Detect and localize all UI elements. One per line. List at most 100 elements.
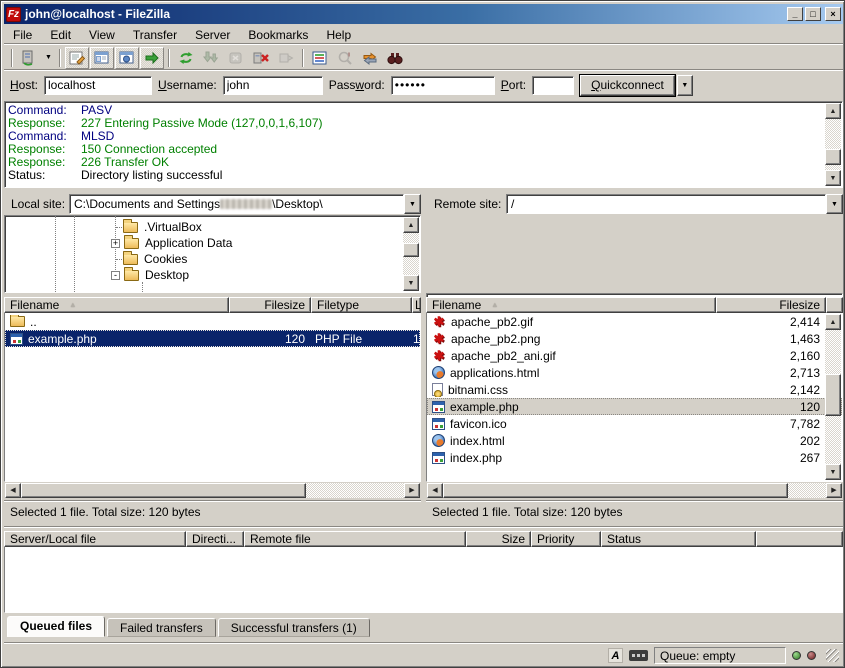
tab-failed-transfers[interactable]: Failed transfers [107, 618, 216, 637]
redacted-username [220, 199, 272, 209]
tree-node-cookies[interactable]: Cookies [123, 251, 189, 267]
tab-queued-files[interactable]: Queued files [7, 616, 105, 637]
collapse-icon[interactable]: - [111, 271, 120, 280]
cancel-operation-button[interactable] [224, 47, 248, 69]
reconnect-button[interactable] [274, 47, 298, 69]
menu-file[interactable]: File [4, 26, 41, 44]
activity-led-red [807, 651, 816, 660]
tree-node-desktop[interactable]: - Desktop [111, 267, 191, 283]
refresh-button[interactable] [174, 47, 198, 69]
list-item[interactable]: applications.html 2,713 [427, 364, 842, 381]
quickconnect-dropdown[interactable]: ▼ [677, 75, 693, 96]
synchronized-browsing-button[interactable] [358, 47, 382, 69]
toggle-message-log-button[interactable] [65, 47, 89, 69]
password-input[interactable] [391, 76, 495, 95]
quickconnect-button[interactable]: Quickconnect [580, 75, 675, 96]
image-file-icon: ✱ [432, 332, 446, 346]
find-files-button[interactable] [383, 47, 407, 69]
minimize-button[interactable]: _ [787, 7, 803, 21]
host-input[interactable] [44, 76, 152, 95]
scroll-up-icon[interactable]: ▲ [825, 103, 841, 119]
remote-list-scrollbar[interactable]: ▲ ▼ [825, 314, 841, 480]
local-file-list: .. example.php 120 PHP File 1 [4, 313, 421, 482]
column-header-filetype[interactable]: Filetype [311, 297, 412, 313]
scrollbar-thumb[interactable] [825, 149, 841, 165]
disconnect-button[interactable] [249, 47, 273, 69]
tree-node-virtualbox[interactable]: .VirtualBox [123, 219, 204, 235]
expand-icon[interactable]: + [111, 239, 120, 248]
toggle-remote-tree-button[interactable] [115, 47, 139, 69]
local-site-combobox[interactable]: C:\Documents and Settings\Desktop\ ▼ [69, 194, 421, 214]
list-item[interactable]: index.html 202 [427, 432, 842, 449]
list-item[interactable]: index.php 267 [427, 449, 842, 466]
scroll-left-icon[interactable]: ◀ [427, 483, 443, 498]
column-header-filesize[interactable]: Filesize [716, 297, 826, 313]
list-item-example-php[interactable]: example.php 120 PHP File 1 [5, 330, 420, 347]
list-item[interactable]: favicon.ico 7,782 [427, 415, 842, 432]
column-header-size[interactable]: Size [466, 531, 531, 547]
queue-body[interactable] [4, 547, 843, 613]
port-input[interactable] [532, 76, 574, 95]
list-item[interactable]: ✱apache_pb2.gif 2,414 [427, 313, 842, 330]
scroll-up-icon[interactable]: ▲ [825, 314, 841, 330]
resize-grip[interactable] [826, 649, 839, 662]
menu-view[interactable]: View [80, 26, 124, 44]
process-queue-button[interactable] [199, 47, 223, 69]
filezilla-logo-icon: Fz [6, 7, 21, 22]
local-tree-scrollbar[interactable]: ▲ ▼ [403, 217, 419, 291]
scroll-left-icon[interactable]: ◀ [5, 483, 21, 498]
local-selection-status: Selected 1 file. Total size: 120 bytes [4, 500, 421, 521]
list-item[interactable]: bitnami.css 2,142 [427, 381, 842, 398]
column-header-status[interactable]: Status [601, 531, 756, 547]
list-item[interactable]: ✱apache_pb2_ani.gif 2,160 [427, 347, 842, 364]
tab-successful-transfers[interactable]: Successful transfers (1) [218, 618, 370, 637]
scrollbar-thumb[interactable] [21, 483, 306, 498]
pane-splitter[interactable] [421, 194, 426, 521]
chevron-down-icon[interactable]: ▼ [826, 194, 843, 214]
menu-edit[interactable]: Edit [41, 26, 80, 44]
scroll-down-icon[interactable]: ▼ [403, 275, 419, 291]
username-input[interactable] [223, 76, 323, 95]
directory-filters-button[interactable] [308, 47, 332, 69]
site-manager-button[interactable] [17, 47, 41, 69]
scroll-right-icon[interactable]: ▶ [826, 483, 842, 498]
toggle-local-tree-button[interactable] [90, 47, 114, 69]
column-header-direction[interactable]: Directi... [186, 531, 244, 547]
column-header-remote-file[interactable]: Remote file [244, 531, 466, 547]
close-button[interactable]: × [825, 7, 841, 21]
column-header-filename[interactable]: Filename▲ [4, 297, 229, 313]
site-manager-dropdown[interactable]: ▼ [42, 47, 55, 69]
scrollbar-thumb[interactable] [403, 243, 419, 257]
menu-bookmarks[interactable]: Bookmarks [239, 26, 317, 44]
column-header-filesize[interactable]: Filesize [229, 297, 311, 313]
list-item-example-php[interactable]: example.php 120 [427, 398, 842, 415]
directory-comparison-button[interactable] [333, 47, 357, 69]
column-header-lastmodified[interactable]: L [412, 297, 421, 313]
remote-file-list: ✱apache_pb2.gif 2,414 ✱apache_pb2.png 1,… [426, 313, 843, 482]
remote-list-hscrollbar[interactable]: ◀ ▶ [427, 483, 842, 498]
log-scrollbar[interactable]: ▲ ▼ [825, 103, 841, 186]
chevron-down-icon[interactable]: ▼ [404, 194, 421, 214]
remote-site-label: Remote site: [429, 194, 501, 214]
scrollbar-thumb[interactable] [825, 374, 841, 416]
tree-node-application-data[interactable]: + Application Data [111, 235, 234, 251]
menu-transfer[interactable]: Transfer [124, 26, 186, 44]
list-item-parent-dir[interactable]: .. [5, 313, 420, 330]
column-header-filename[interactable]: Filename▲ [426, 297, 716, 313]
column-header-priority[interactable]: Priority [531, 531, 601, 547]
menu-help[interactable]: Help [317, 26, 360, 44]
local-list-hscrollbar[interactable]: ◀ ▶ [5, 483, 420, 498]
scroll-down-icon[interactable]: ▼ [825, 170, 841, 186]
toggle-queue-button[interactable] [140, 47, 164, 69]
remote-list-header: Filename▲ Filesize [426, 297, 843, 313]
status-bar: A Queue: empty [4, 642, 843, 666]
column-header-server-local-file[interactable]: Server/Local file [4, 531, 186, 547]
scrollbar-thumb[interactable] [443, 483, 788, 498]
scroll-right-icon[interactable]: ▶ [404, 483, 420, 498]
maximize-button[interactable]: □ [805, 7, 821, 21]
scroll-down-icon[interactable]: ▼ [825, 464, 841, 480]
scroll-up-icon[interactable]: ▲ [403, 217, 419, 233]
remote-site-combobox[interactable]: / ▼ [506, 194, 843, 214]
list-item[interactable]: ✱apache_pb2.png 1,463 [427, 330, 842, 347]
menu-server[interactable]: Server [186, 26, 239, 44]
